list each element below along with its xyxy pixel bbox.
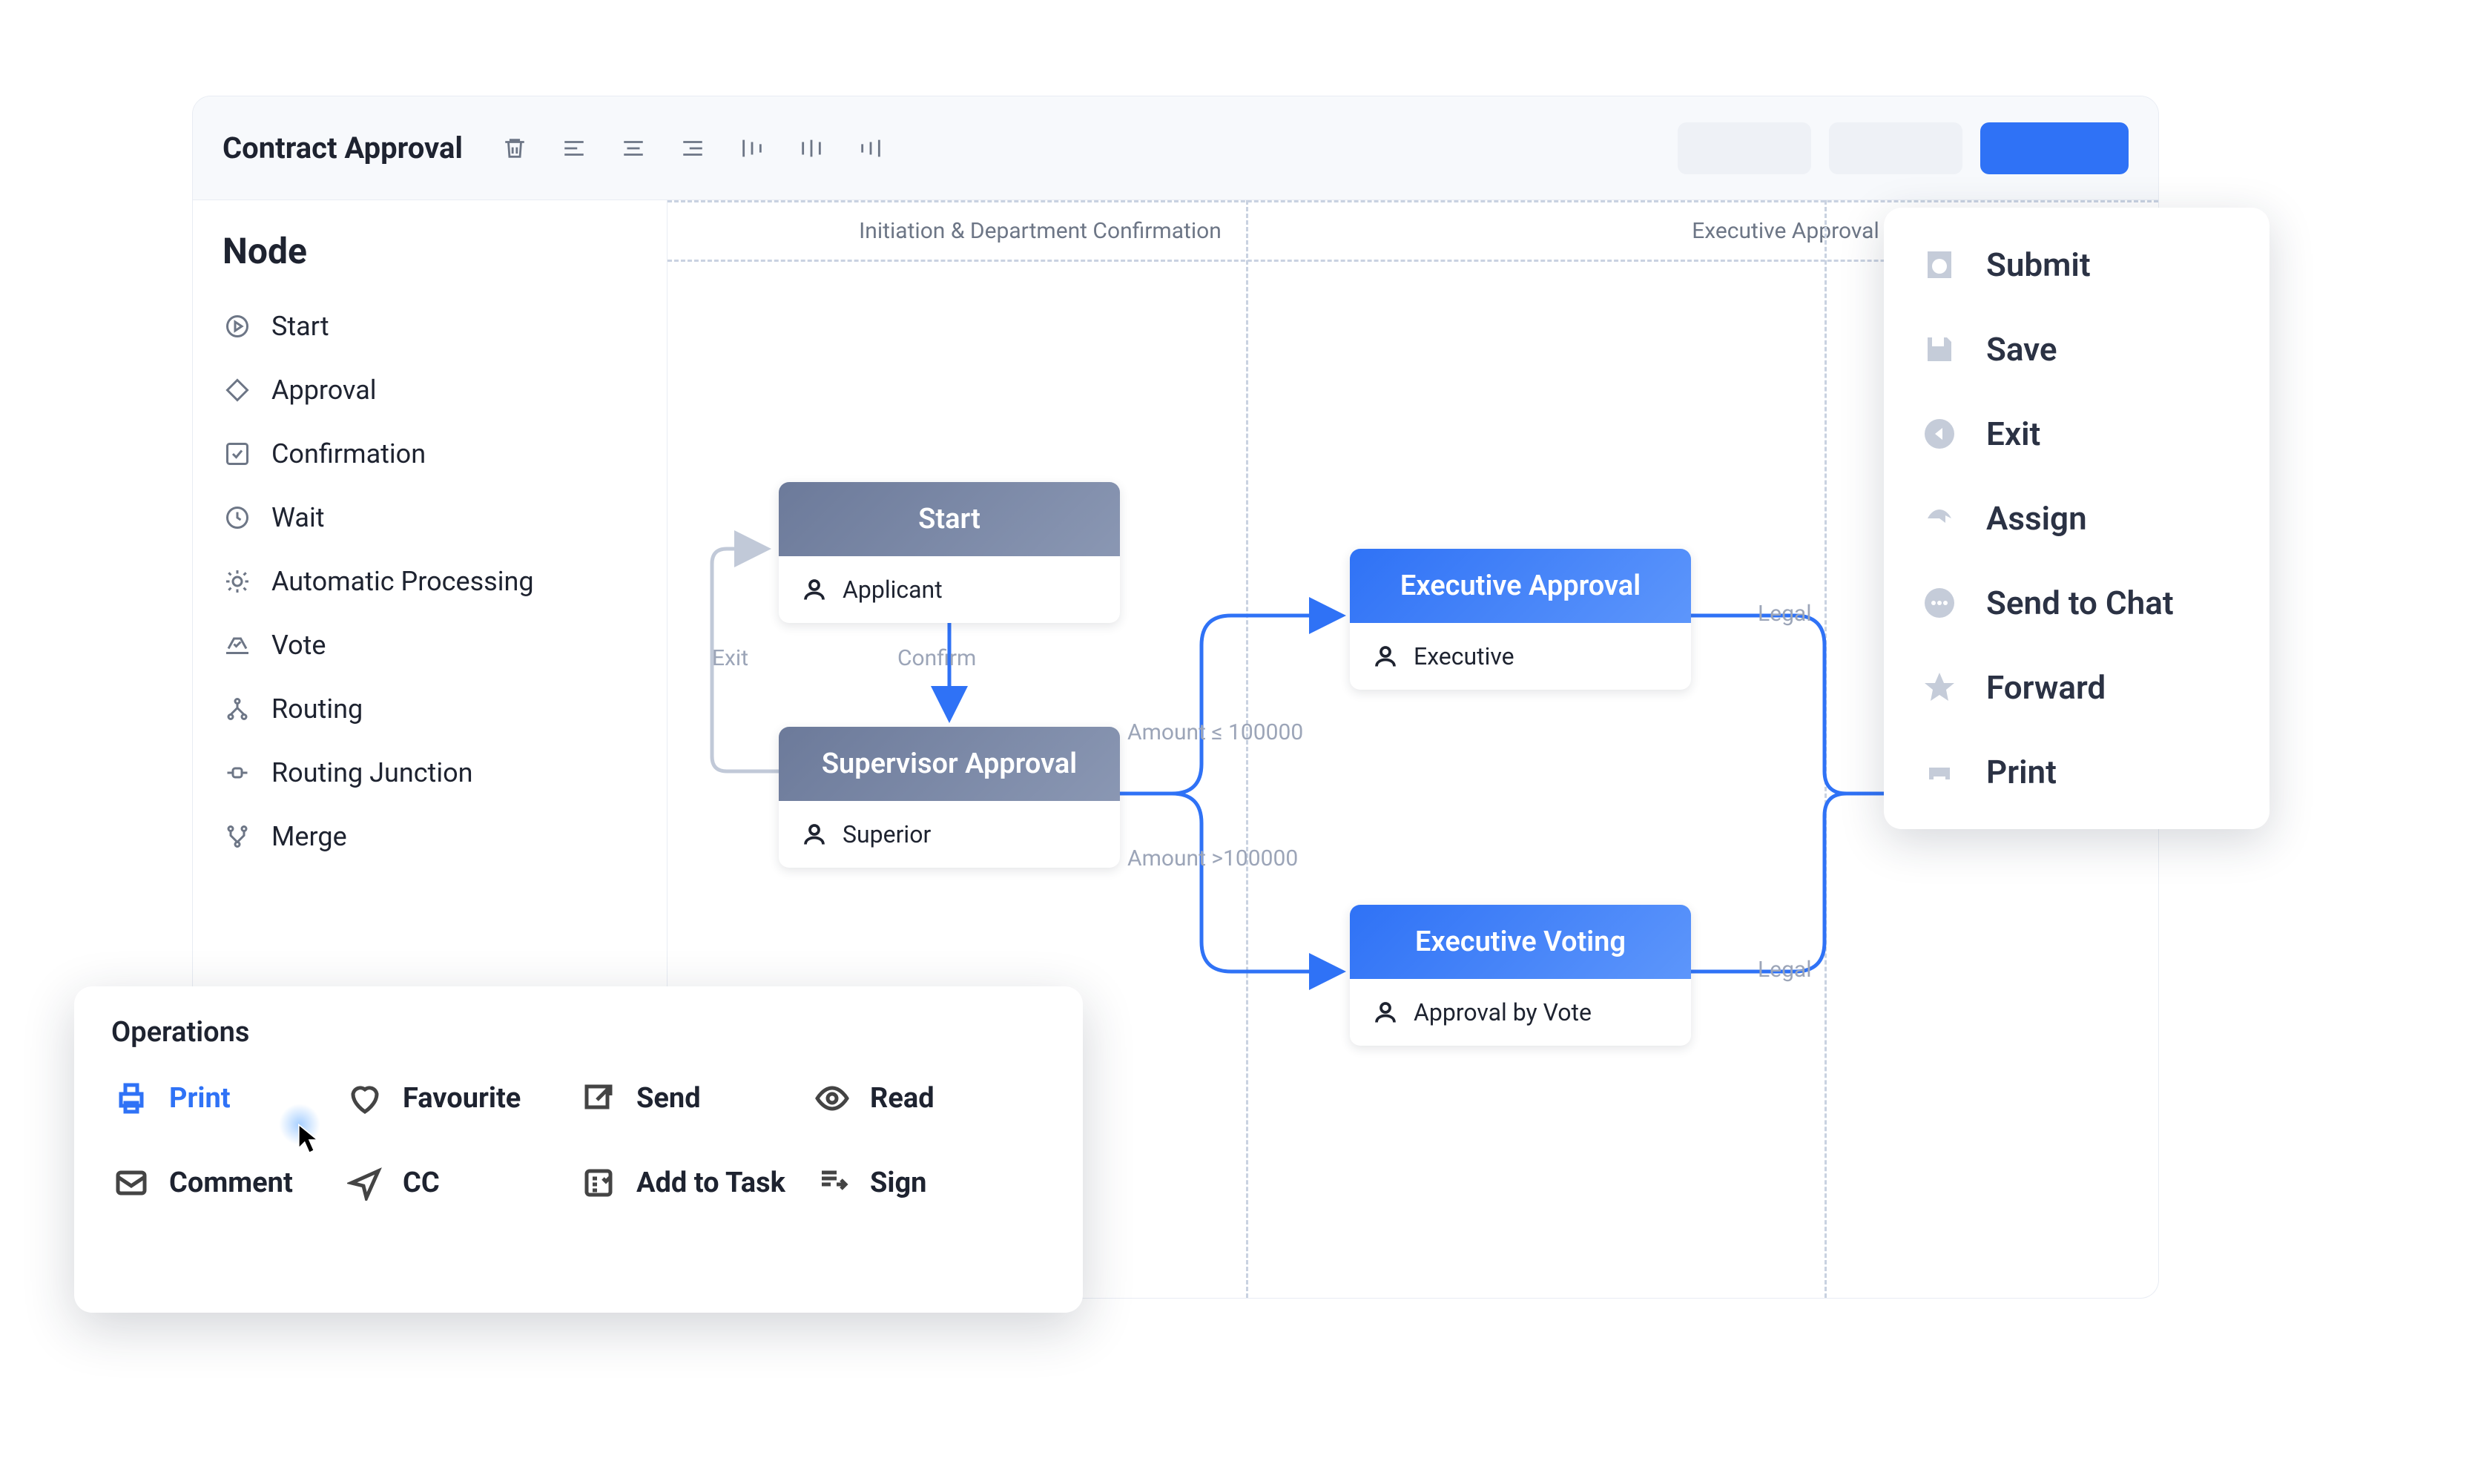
save-icon — [1919, 329, 1959, 369]
palette-item-routing[interactable]: Routing — [222, 677, 667, 741]
distribute-h-icon[interactable] — [737, 133, 767, 163]
exit-circle-icon — [1919, 414, 1959, 454]
action-forward[interactable]: Forward — [1884, 645, 2270, 730]
operations-panel: Operations Print Favourite Send Read Com… — [74, 986, 1083, 1313]
palette-item-vote[interactable]: Vote — [222, 613, 667, 677]
flow-node-exec-approval[interactable]: Executive Approval Executive — [1350, 549, 1691, 690]
edge-label-legal-top: Legal — [1758, 601, 1812, 627]
node-title: Supervisor Approval — [779, 727, 1120, 801]
action-save[interactable]: Save — [1884, 307, 2270, 392]
node-role: Executive — [1350, 623, 1691, 690]
action-print[interactable]: Print — [1884, 730, 2270, 814]
node-role: Approval by Vote — [1350, 979, 1691, 1046]
comment-icon — [111, 1163, 151, 1203]
action-send-chat[interactable]: Send to Chat — [1884, 561, 2270, 645]
palette-item-junction[interactable]: Routing Junction — [222, 741, 667, 805]
palette-item-merge[interactable]: Merge — [222, 805, 667, 868]
secondary-button-b[interactable] — [1829, 122, 1962, 174]
palette-item-start[interactable]: Start — [222, 294, 667, 358]
secondary-button-a[interactable] — [1678, 122, 1811, 174]
edge-label-amount-le: Amount ≤ 100000 — [1127, 719, 1303, 745]
align-right-icon[interactable] — [678, 133, 708, 163]
distribute-v-icon[interactable] — [856, 133, 886, 163]
palette-item-wait[interactable]: Wait — [222, 486, 667, 550]
align-center-icon[interactable] — [619, 133, 648, 163]
action-assign[interactable]: Assign — [1884, 476, 2270, 561]
edge-label-amount-gt: Amount >100000 — [1127, 845, 1298, 871]
flow-node-start[interactable]: Start Applicant — [779, 482, 1120, 623]
junction-icon — [222, 758, 252, 788]
op-sign[interactable]: Sign — [812, 1163, 1046, 1203]
flow-node-exec-voting[interactable]: Executive Voting Approval by Vote — [1350, 905, 1691, 1046]
cc-icon — [345, 1163, 385, 1203]
palette-title: Node — [222, 230, 667, 272]
topbar: Contract Approval — [193, 96, 2158, 200]
merge-icon — [222, 822, 252, 851]
sign-icon — [812, 1163, 852, 1203]
distribute-center-icon[interactable] — [797, 133, 826, 163]
chat-icon — [1919, 583, 1959, 623]
palette-item-approval[interactable]: Approval — [222, 358, 667, 422]
assign-icon — [1919, 498, 1959, 538]
check-square-icon — [222, 439, 252, 469]
op-cc[interactable]: CC — [345, 1163, 578, 1203]
action-submit[interactable]: Submit — [1884, 222, 2270, 307]
diamond-icon — [222, 375, 252, 405]
edge-label-confirm: Confirm — [897, 645, 976, 671]
flow-node-supervisor[interactable]: Supervisor Approval Superior — [779, 727, 1120, 868]
op-send[interactable]: Send — [578, 1078, 812, 1118]
node-role: Superior — [779, 801, 1120, 868]
task-icon — [578, 1163, 619, 1203]
actions-menu: Submit Save Exit Assign Send to Chat For… — [1884, 208, 2270, 829]
eye-icon — [812, 1078, 852, 1118]
heart-icon — [345, 1078, 385, 1118]
node-title: Start — [779, 482, 1120, 556]
printer-icon — [1919, 752, 1959, 792]
edge-label-legal-bot: Legal — [1758, 957, 1812, 983]
op-comment[interactable]: Comment — [111, 1163, 345, 1203]
palette-item-confirmation[interactable]: Confirmation — [222, 422, 667, 486]
primary-button[interactable] — [1980, 122, 2129, 174]
gear-icon — [222, 567, 252, 596]
page-title: Contract Approval — [222, 131, 463, 165]
node-title: Executive Voting — [1350, 905, 1691, 979]
play-circle-icon — [222, 311, 252, 341]
operations-title: Operations — [111, 1016, 1046, 1049]
trash-icon[interactable] — [500, 133, 530, 163]
palette-item-automatic[interactable]: Automatic Processing — [222, 550, 667, 613]
node-role: Applicant — [779, 556, 1120, 623]
edge-label-exit: Exit — [712, 645, 748, 671]
op-favourite[interactable]: Favourite — [345, 1078, 578, 1118]
cursor-icon — [297, 1124, 322, 1156]
clock-icon — [222, 503, 252, 532]
vote-icon — [222, 630, 252, 660]
op-read[interactable]: Read — [812, 1078, 1046, 1118]
align-left-icon[interactable] — [559, 133, 589, 163]
route-icon — [222, 694, 252, 724]
printer-icon — [111, 1078, 151, 1118]
action-exit[interactable]: Exit — [1884, 392, 2270, 476]
star-icon — [1919, 667, 1959, 708]
op-task[interactable]: Add to Task — [578, 1163, 812, 1203]
topbar-buttons — [1678, 122, 2129, 174]
lane-header-initiation: Initiation & Department Confirmation — [668, 200, 1413, 260]
toolbar — [500, 133, 886, 163]
send-icon — [578, 1078, 619, 1118]
clock-fill-icon — [1919, 245, 1959, 285]
node-title: Executive Approval — [1350, 549, 1691, 623]
